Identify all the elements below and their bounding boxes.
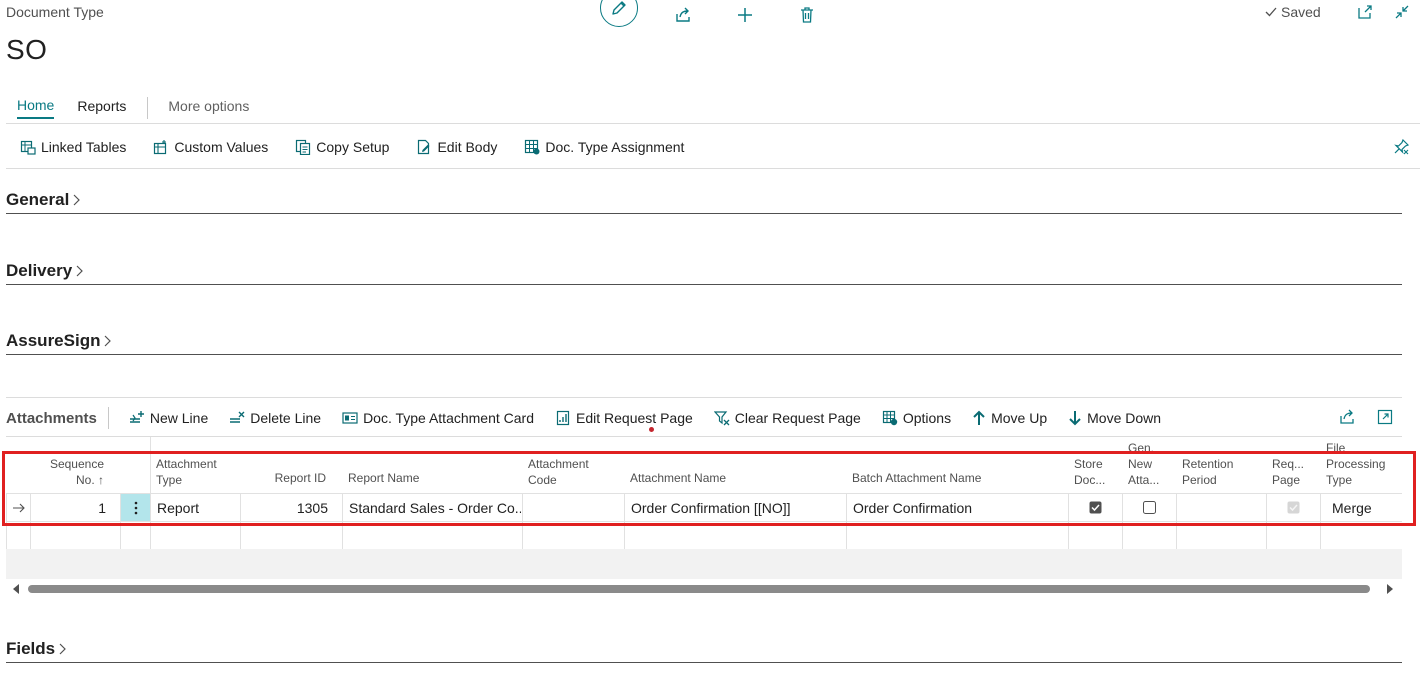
- section-general[interactable]: General: [6, 190, 1402, 214]
- pin-actions-button[interactable]: [1393, 138, 1410, 155]
- section-fields-title: Fields: [6, 639, 56, 658]
- attachments-action-bar: Attachments New Line Delete Line Doc. Ty…: [6, 406, 1182, 430]
- delete-button[interactable]: [796, 4, 818, 26]
- custom-values-icon: [154, 140, 167, 155]
- action-tabs: Home Reports More options: [17, 97, 249, 119]
- section-delivery[interactable]: Delivery: [6, 261, 1402, 285]
- edit-request-page-button[interactable]: Edit Request Page: [555, 410, 693, 426]
- saved-label: Saved: [1281, 4, 1321, 20]
- doc-type-assignment-label: Doc. Type Assignment: [545, 139, 685, 155]
- custom-values-label: Custom Values: [174, 139, 269, 155]
- copy-setup-label: Copy Setup: [316, 139, 390, 155]
- page-title: SO: [6, 34, 48, 65]
- move-up-button[interactable]: Move Up: [972, 410, 1047, 426]
- delete-line-icon: [230, 411, 245, 423]
- share-icon: [1340, 409, 1354, 424]
- linked-tables-label: Linked Tables: [41, 139, 127, 155]
- header-actions: [600, 0, 818, 30]
- linked-tables-button[interactable]: Linked Tables: [20, 139, 126, 155]
- share-button[interactable]: [672, 4, 694, 26]
- collapse-icon: [1395, 5, 1409, 19]
- move-up-label: Move Up: [991, 410, 1048, 426]
- arrow-up-icon: [973, 410, 985, 425]
- linked-tables-icon: [20, 140, 36, 155]
- grid-empty-area: [6, 549, 1402, 579]
- edit-body-label: Edit Body: [437, 139, 498, 155]
- new-line-icon: [129, 411, 144, 423]
- request-page-icon: [556, 410, 570, 426]
- trash-icon: [801, 7, 813, 23]
- copy-icon: [296, 139, 311, 155]
- options-label: Options: [902, 410, 952, 426]
- caret-right-icon: [1387, 584, 1393, 594]
- divider: [6, 168, 1420, 169]
- edit-body-button[interactable]: Edit Body: [416, 139, 497, 155]
- chevron-right-icon: [76, 265, 84, 277]
- options-icon: [882, 410, 898, 426]
- tab-divider: [147, 97, 149, 119]
- clear-filter-icon: [713, 411, 730, 426]
- divider: [6, 397, 1402, 398]
- attachments-title: Attachments: [6, 409, 97, 427]
- clear-request-page-label: Clear Request Page: [734, 410, 861, 426]
- copy-setup-button[interactable]: Copy Setup: [295, 139, 389, 155]
- custom-values-button[interactable]: Custom Values: [153, 139, 268, 155]
- divider: [6, 436, 1402, 437]
- arrow-down-icon: [1069, 411, 1081, 426]
- expand-part-button[interactable]: [1376, 408, 1394, 426]
- edit-button[interactable]: [600, 0, 638, 27]
- scroll-right-button[interactable]: [1386, 583, 1394, 595]
- attachments-divider: [107, 407, 109, 429]
- attachment-card-label: Doc. Type Attachment Card: [363, 410, 535, 426]
- checkmark-icon: [1265, 7, 1277, 17]
- tab-home[interactable]: Home: [17, 97, 55, 119]
- card-icon: [342, 412, 358, 424]
- pin-icon: [1394, 138, 1410, 155]
- section-assuresign[interactable]: AssureSign: [6, 331, 1402, 355]
- scroll-left-button[interactable]: [12, 583, 20, 595]
- doc-type-assignment-button[interactable]: Doc. Type Assignment: [524, 139, 684, 155]
- cursor-indicator: [649, 427, 654, 432]
- delete-line-button[interactable]: Delete Line: [229, 410, 321, 426]
- tab-reports[interactable]: Reports: [77, 98, 126, 118]
- collapse-button[interactable]: [1393, 3, 1411, 21]
- expand-icon: [1377, 409, 1393, 425]
- new-button[interactable]: [734, 4, 756, 26]
- move-down-button[interactable]: Move Down: [1068, 410, 1161, 426]
- home-action-bar: Linked Tables Custom Values Copy Setup E…: [20, 136, 711, 158]
- highlight-box: [2, 451, 1416, 526]
- table-assign-icon: [525, 139, 540, 155]
- new-line-label: New Line: [149, 410, 209, 426]
- new-line-button[interactable]: New Line: [129, 410, 208, 426]
- move-down-label: Move Down: [1087, 410, 1162, 426]
- section-assuresign-title: AssureSign: [6, 331, 101, 350]
- caret-left-icon: [13, 584, 19, 594]
- section-general-title: General: [6, 190, 70, 209]
- section-fields[interactable]: Fields: [6, 639, 1402, 663]
- horizontal-scrollbar[interactable]: [28, 585, 1370, 593]
- clear-request-page-button[interactable]: Clear Request Page: [713, 410, 861, 426]
- attachment-card-button[interactable]: Doc. Type Attachment Card: [342, 410, 534, 426]
- pencil-icon: [612, 1, 626, 15]
- chevron-right-icon: [105, 335, 112, 347]
- divider: [6, 123, 1420, 124]
- chevron-right-icon: [59, 643, 66, 655]
- edit-document-icon: [418, 139, 430, 155]
- section-delivery-title: Delivery: [6, 261, 73, 280]
- edit-request-page-label: Edit Request Page: [576, 410, 693, 426]
- saved-status: Saved: [1264, 4, 1321, 20]
- options-button[interactable]: Options: [882, 410, 951, 426]
- open-in-new-window-icon: [1358, 5, 1372, 19]
- plus-icon: [738, 8, 752, 22]
- share-part-button[interactable]: [1338, 408, 1356, 426]
- share-icon: [676, 7, 690, 22]
- page-caption: Document Type: [6, 4, 104, 20]
- chevron-right-icon: [73, 194, 81, 206]
- open-new-window-button[interactable]: [1356, 3, 1374, 21]
- tab-more-options[interactable]: More options: [168, 98, 249, 118]
- delete-line-label: Delete Line: [250, 410, 322, 426]
